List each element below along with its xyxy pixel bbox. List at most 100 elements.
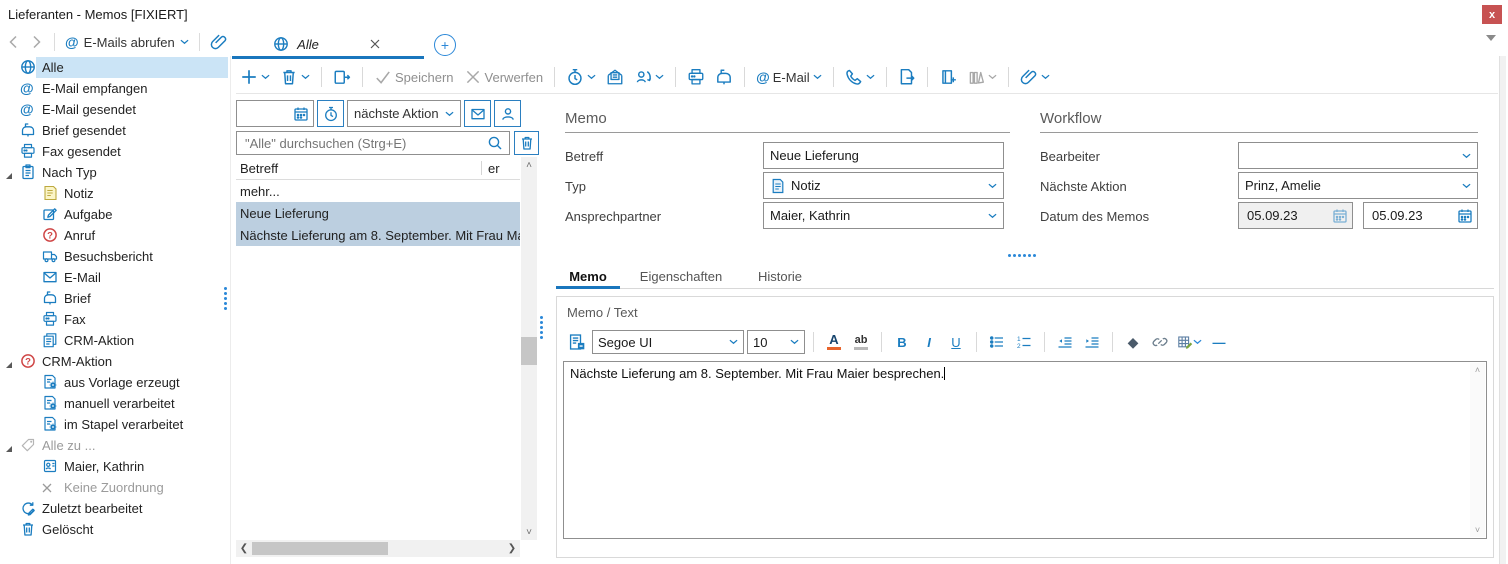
sidebar-item-keine-zuordnung[interactable]: Keine Zuordnung xyxy=(0,477,230,498)
font-size-select[interactable]: 10 xyxy=(747,330,805,354)
sidebar-item-brief[interactable]: Brief xyxy=(0,288,230,309)
address-add-button[interactable] xyxy=(935,64,961,90)
horizontal-rule-icon[interactable]: — xyxy=(1207,331,1231,353)
add-tab-button[interactable]: + xyxy=(434,34,456,56)
naechste-aktion-select[interactable]: Prinz, Amelie xyxy=(1238,172,1478,199)
fetch-emails-button[interactable]: @ E-Mails abrufen xyxy=(65,34,189,50)
sidebar-item-notiz[interactable]: Notiz xyxy=(0,183,230,204)
tree-expand-icon[interactable] xyxy=(5,357,13,365)
detail-splitter-handle[interactable] xyxy=(1008,254,1036,257)
email-button[interactable]: @E-Mail xyxy=(752,64,826,90)
tab-alle[interactable]: Alle xyxy=(232,32,424,56)
scroll-left-icon[interactable]: ❮ xyxy=(236,540,252,557)
tab-overflow-chevron[interactable] xyxy=(1486,35,1496,41)
sidebar-item-im-stapel[interactable]: im Stapel verarbeitet xyxy=(0,414,230,435)
sidebar-item-anruf[interactable]: Anruf xyxy=(0,225,230,246)
sidebar-item-email[interactable]: E-Mail xyxy=(0,267,230,288)
sidebar-item-aus-vorlage[interactable]: aus Vorlage erzeugt xyxy=(0,372,230,393)
list-horizontal-scrollbar[interactable]: ❮ ❯ xyxy=(236,540,520,557)
datum-field-end[interactable] xyxy=(1363,202,1478,229)
list-vertical-scrollbar[interactable]: ˄ ˅ xyxy=(521,157,537,540)
scroll-thumb[interactable] xyxy=(252,542,388,555)
list-header[interactable]: Betreff er xyxy=(236,157,520,180)
table-edit-icon[interactable] xyxy=(1175,331,1204,353)
highlight-color-button[interactable]: ab xyxy=(849,331,873,353)
sidebar-item-nach-typ[interactable]: Nach Typ xyxy=(0,162,230,183)
bold-button[interactable]: B xyxy=(890,331,914,353)
font-name-select[interactable]: Segoe UI xyxy=(592,330,744,354)
search-input-wrap[interactable] xyxy=(236,131,510,155)
discard-button[interactable]: Verwerfen xyxy=(460,64,548,90)
sidebar-item-alle-zu[interactable]: Alle zu ... xyxy=(0,435,230,456)
person-filter-toggle[interactable] xyxy=(494,100,521,127)
calendar-icon[interactable] xyxy=(1457,208,1473,224)
ansprechpartner-select[interactable]: Maier, Kathrin xyxy=(763,202,1004,229)
delete-button[interactable] xyxy=(276,64,314,90)
sidebar-splitter-handle[interactable] xyxy=(224,287,227,310)
list-item-selected-preview[interactable]: Nächste Lieferung am 8. September. Mit F… xyxy=(236,224,520,246)
numbered-list-icon[interactable] xyxy=(1012,331,1036,353)
scroll-thumb[interactable] xyxy=(521,337,537,365)
betreff-field[interactable] xyxy=(763,142,1004,169)
betreff-input[interactable] xyxy=(770,148,997,163)
outdent-icon[interactable] xyxy=(1053,331,1077,353)
tab-eigenschaften[interactable]: Eigenschaften xyxy=(630,266,732,286)
person-sync-button[interactable] xyxy=(630,64,668,90)
paperclip-icon[interactable] xyxy=(210,33,228,51)
diamond-object-icon[interactable]: ◆ xyxy=(1121,331,1145,353)
column-er[interactable]: er xyxy=(482,161,520,176)
search-input[interactable] xyxy=(243,135,477,152)
fax-button[interactable] xyxy=(683,64,709,90)
convert-button[interactable] xyxy=(329,64,355,90)
window-close-button[interactable]: x xyxy=(1482,5,1502,24)
memo-text-area[interactable]: Nächste Lieferung am 8. September. Mit F… xyxy=(563,361,1487,539)
tab-memo[interactable]: Memo xyxy=(556,266,620,286)
sidebar-item-aufgabe[interactable]: Aufgabe xyxy=(0,204,230,225)
search-icon[interactable] xyxy=(487,135,503,151)
document-forward-button[interactable] xyxy=(894,64,920,90)
mailbox-button[interactable] xyxy=(711,64,737,90)
column-betreff[interactable]: Betreff xyxy=(236,161,481,176)
scroll-down-icon[interactable]: ˅ xyxy=(1470,523,1485,537)
reminder-filter-toggle[interactable] xyxy=(317,100,344,127)
sidebar-item-crm-aktion-typ[interactable]: CRM-Aktion xyxy=(0,330,230,351)
tab-historie[interactable]: Historie xyxy=(745,266,815,286)
scroll-right-icon[interactable]: ❯ xyxy=(504,540,520,557)
editor-scrollbar[interactable]: ˄ ˅ xyxy=(1470,363,1485,537)
back-icon[interactable] xyxy=(6,34,22,50)
sidebar-item-fax[interactable]: Fax xyxy=(0,309,230,330)
datum-input-end[interactable] xyxy=(1370,207,1440,224)
sidebar-item-brief-gesendet[interactable]: Brief gesendet xyxy=(0,120,230,141)
sidebar-item-fax-gesendet[interactable]: Fax gesendet xyxy=(0,141,230,162)
date-filter-input[interactable] xyxy=(236,100,314,127)
window-scrollbar-track[interactable] xyxy=(1499,56,1506,564)
new-button[interactable] xyxy=(236,64,274,90)
email-filter-toggle[interactable] xyxy=(464,100,491,127)
print-letter-button[interactable] xyxy=(602,64,628,90)
phone-button[interactable] xyxy=(841,64,879,90)
list-item-more[interactable]: mehr... xyxy=(236,180,520,202)
insert-text-template-icon[interactable] xyxy=(565,331,589,353)
clear-filter-trash-button[interactable] xyxy=(514,131,539,155)
scroll-up-icon[interactable]: ˄ xyxy=(521,157,537,173)
sidebar-item-maier-kathrin[interactable]: Maier, Kathrin xyxy=(0,456,230,477)
attachment-button[interactable] xyxy=(1016,64,1054,90)
tree-expand-icon[interactable] xyxy=(5,168,13,176)
next-action-select[interactable]: nächste Aktion xyxy=(347,100,461,127)
typ-select[interactable]: Notiz xyxy=(763,172,1004,199)
bearbeiter-select[interactable] xyxy=(1238,142,1478,169)
scroll-up-icon[interactable]: ˄ xyxy=(1470,363,1485,377)
sidebar-item-email-gesendet[interactable]: @E-Mail gesendet xyxy=(0,99,230,120)
save-button[interactable]: Speichern xyxy=(370,64,458,90)
list-item-selected-title[interactable]: Neue Lieferung xyxy=(236,202,520,224)
underline-button[interactable]: U xyxy=(944,331,968,353)
sidebar-item-besuchsbericht[interactable]: Besuchsbericht xyxy=(0,246,230,267)
scroll-down-icon[interactable]: ˅ xyxy=(521,524,537,540)
bullet-list-icon[interactable] xyxy=(985,331,1009,353)
font-color-button[interactable]: A xyxy=(822,331,846,353)
indent-icon[interactable] xyxy=(1080,331,1104,353)
italic-button[interactable]: I xyxy=(917,331,941,353)
forward-icon[interactable] xyxy=(28,34,44,50)
tab-close-icon[interactable] xyxy=(367,36,383,52)
list-splitter-handle[interactable] xyxy=(540,316,543,339)
